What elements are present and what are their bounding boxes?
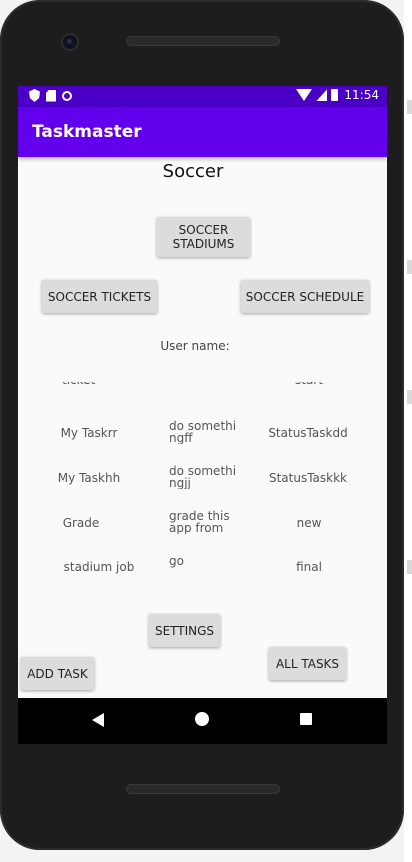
top-speaker — [126, 36, 280, 46]
task-state[interactable]: StatusTaskkk — [248, 471, 368, 485]
task-body[interactable]: grade this app from — [169, 510, 237, 534]
task-body[interactable]: do somethi ngff — [169, 420, 237, 444]
status-time: 11:54 — [344, 88, 379, 102]
battery-icon — [331, 89, 339, 101]
task-body[interactable]: do somethi ngjj — [169, 465, 237, 489]
background-mark — [407, 100, 412, 114]
page-title: Soccer — [162, 161, 224, 182]
back-icon[interactable] — [92, 713, 104, 727]
task-state-partial: start — [295, 382, 323, 387]
task-title[interactable]: stadium job — [48, 560, 150, 574]
soccer-tickets-button[interactable]: SOCCER TICKETS — [42, 280, 157, 313]
task-title[interactable]: Grade — [48, 516, 114, 530]
task-body[interactable]: go — [169, 555, 237, 579]
sync-icon — [62, 90, 72, 101]
task-list[interactable]: ticket start My Taskrr do somethi ngff S… — [18, 382, 387, 600]
background-mark — [407, 260, 412, 274]
settings-button[interactable]: SETTINGS — [149, 614, 220, 647]
shield-icon — [29, 89, 40, 102]
recents-icon[interactable] — [300, 713, 312, 725]
task-state[interactable]: StatusTaskdd — [248, 426, 368, 440]
front-camera-icon — [63, 35, 77, 49]
soccer-stadiums-button[interactable]: SOCCER STADIUMS — [157, 217, 250, 257]
app-title: Taskmaster — [32, 122, 142, 142]
task-title[interactable]: My Taskrr — [48, 426, 130, 440]
navigation-bar — [18, 698, 387, 744]
signal-icon — [316, 89, 328, 101]
app-screen: 11:54 Taskmaster Soccer SOCCER STADIUMS … — [18, 86, 387, 698]
wifi-icon — [296, 89, 313, 101]
task-state[interactable]: new — [279, 516, 339, 530]
soccer-schedule-button[interactable]: SOCCER SCHEDULE — [241, 280, 369, 313]
desktop-background — [404, 0, 412, 862]
task-title-partial: ticket — [62, 382, 95, 387]
bottom-speaker — [126, 784, 280, 794]
all-tasks-button[interactable]: ALL TASKS — [269, 647, 346, 680]
background-mark — [407, 560, 412, 574]
phone-frame: 11:54 Taskmaster Soccer SOCCER STADIUMS … — [0, 0, 404, 850]
task-state[interactable]: final — [279, 560, 339, 574]
add-task-button[interactable]: ADD TASK — [21, 657, 94, 690]
sd-card-icon — [46, 89, 56, 102]
status-bar: 11:54 — [18, 86, 387, 107]
home-icon[interactable] — [195, 712, 209, 726]
background-mark — [407, 390, 412, 404]
user-name-label: User name: — [160, 339, 230, 353]
app-bar: Taskmaster — [18, 107, 387, 157]
task-title[interactable]: My Taskhh — [48, 471, 130, 485]
